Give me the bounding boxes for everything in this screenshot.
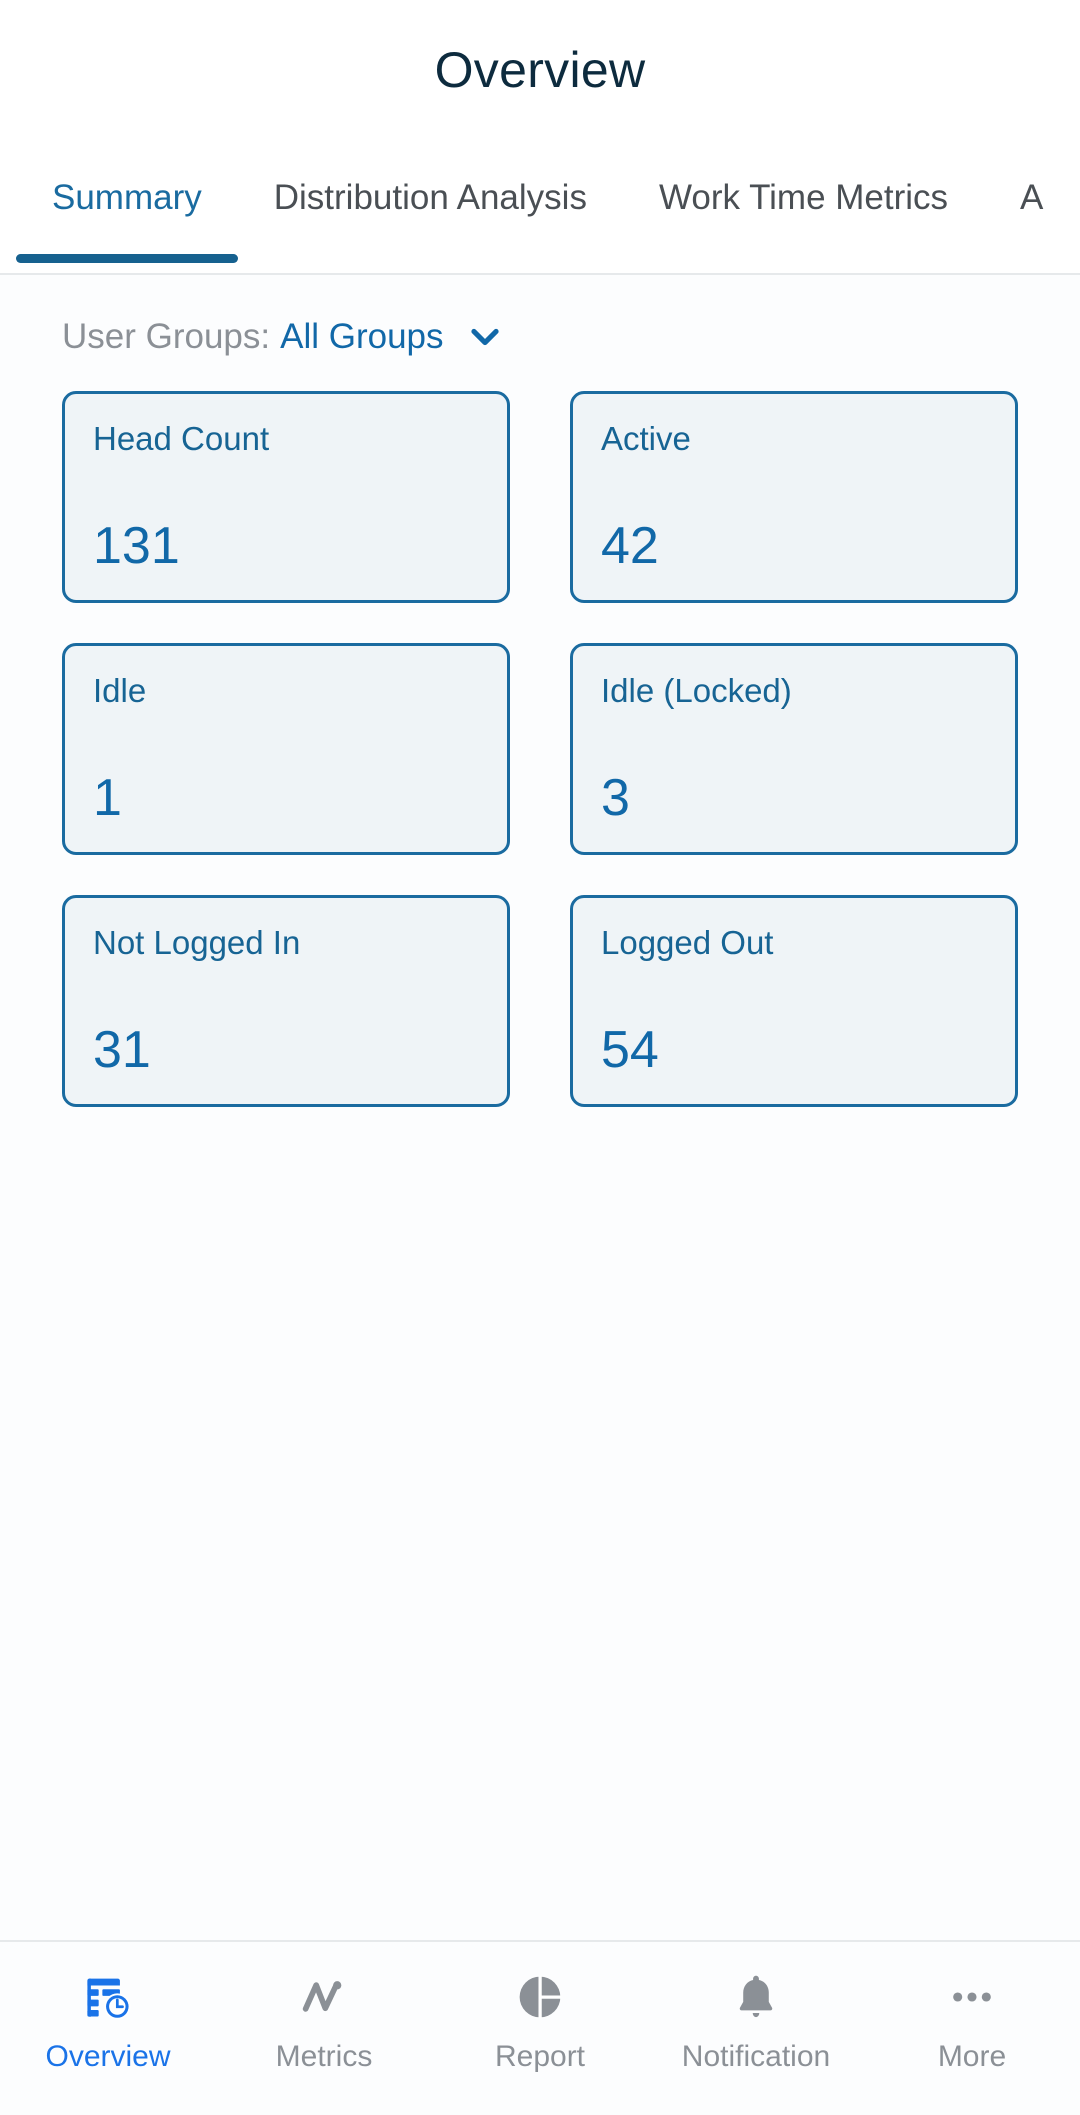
metric-card-value: 3 — [601, 769, 630, 827]
bottom-navigation: Overview Metrics Report Notification Mor… — [0, 1940, 1080, 2115]
tab-distribution-analysis-label: Distribution Analysis — [273, 178, 587, 217]
nav-item-notification-label: Notification — [681, 2040, 831, 2073]
chevron-down-icon[interactable] — [466, 318, 504, 356]
nav-item-overview-label: Overview — [45, 2040, 171, 2073]
metric-card-value: 42 — [601, 517, 659, 575]
metric-card-label: Logged Out — [601, 924, 774, 961]
user-groups-label: User Groups: — [62, 317, 271, 356]
app-screen: Overview Summary Distribution Analysis W… — [0, 0, 1080, 2115]
metric-card-value: 54 — [601, 1021, 659, 1079]
metric-card-grid: Head Count 131 Active 42 Idle 1 Idle (Lo… — [0, 391, 1080, 1107]
tab-work-time-metrics-label: Work Time Metrics — [658, 178, 949, 217]
metric-card-not-logged-in[interactable]: Not Logged In 31 — [62, 895, 510, 1107]
metric-card-value: 31 — [93, 1021, 151, 1079]
nav-item-more[interactable]: More — [864, 1942, 1080, 2074]
metric-card-label: Idle — [93, 672, 147, 709]
nav-item-report-label: Report — [494, 2040, 586, 2073]
tab-overflow-partial[interactable]: A — [984, 140, 1079, 275]
nav-item-metrics-label: Metrics — [275, 2040, 373, 2073]
nav-item-report[interactable]: Report — [432, 1942, 648, 2074]
metric-card-label: Idle (Locked) — [601, 672, 792, 709]
ellipsis-icon — [943, 1968, 1001, 2026]
page-header: Overview — [0, 0, 1080, 140]
nav-item-notification[interactable]: Notification — [648, 1942, 864, 2074]
line-chart-icon — [295, 1968, 353, 2026]
user-groups-filter[interactable]: User Groups: All Groups — [0, 275, 1080, 391]
tab-bar[interactable]: Summary Distribution Analysis Work Time … — [0, 140, 1080, 275]
user-groups-value[interactable]: All Groups — [280, 317, 443, 357]
tab-work-time-metrics[interactable]: Work Time Metrics — [623, 140, 984, 275]
metric-card-value: 131 — [93, 517, 180, 575]
page-title: Overview — [434, 42, 646, 98]
metric-card-logged-out[interactable]: Logged Out 54 — [570, 895, 1018, 1107]
metric-card-label: Active — [601, 420, 691, 457]
tab-summary-label: Summary — [52, 178, 202, 217]
nav-item-metrics[interactable]: Metrics — [216, 1942, 432, 2074]
tab-distribution-analysis[interactable]: Distribution Analysis — [238, 140, 623, 275]
nav-item-overview[interactable]: Overview — [0, 1942, 216, 2074]
nav-item-more-label: More — [937, 2040, 1007, 2073]
metric-card-value: 1 — [93, 769, 122, 827]
tab-active-indicator — [16, 254, 238, 263]
metric-card-head-count[interactable]: Head Count 131 — [62, 391, 510, 603]
metric-card-label: Head Count — [93, 420, 270, 457]
grid-clock-icon — [79, 1968, 137, 2026]
metric-card-idle-locked[interactable]: Idle (Locked) 3 — [570, 643, 1018, 855]
tab-summary[interactable]: Summary — [16, 140, 238, 275]
metric-card-active[interactable]: Active 42 — [570, 391, 1018, 603]
metric-card-label: Not Logged In — [93, 924, 301, 961]
bell-icon — [727, 1968, 785, 2026]
tab-overflow-partial-label: A — [1020, 178, 1044, 217]
metric-card-idle[interactable]: Idle 1 — [62, 643, 510, 855]
pie-chart-icon — [511, 1968, 569, 2026]
